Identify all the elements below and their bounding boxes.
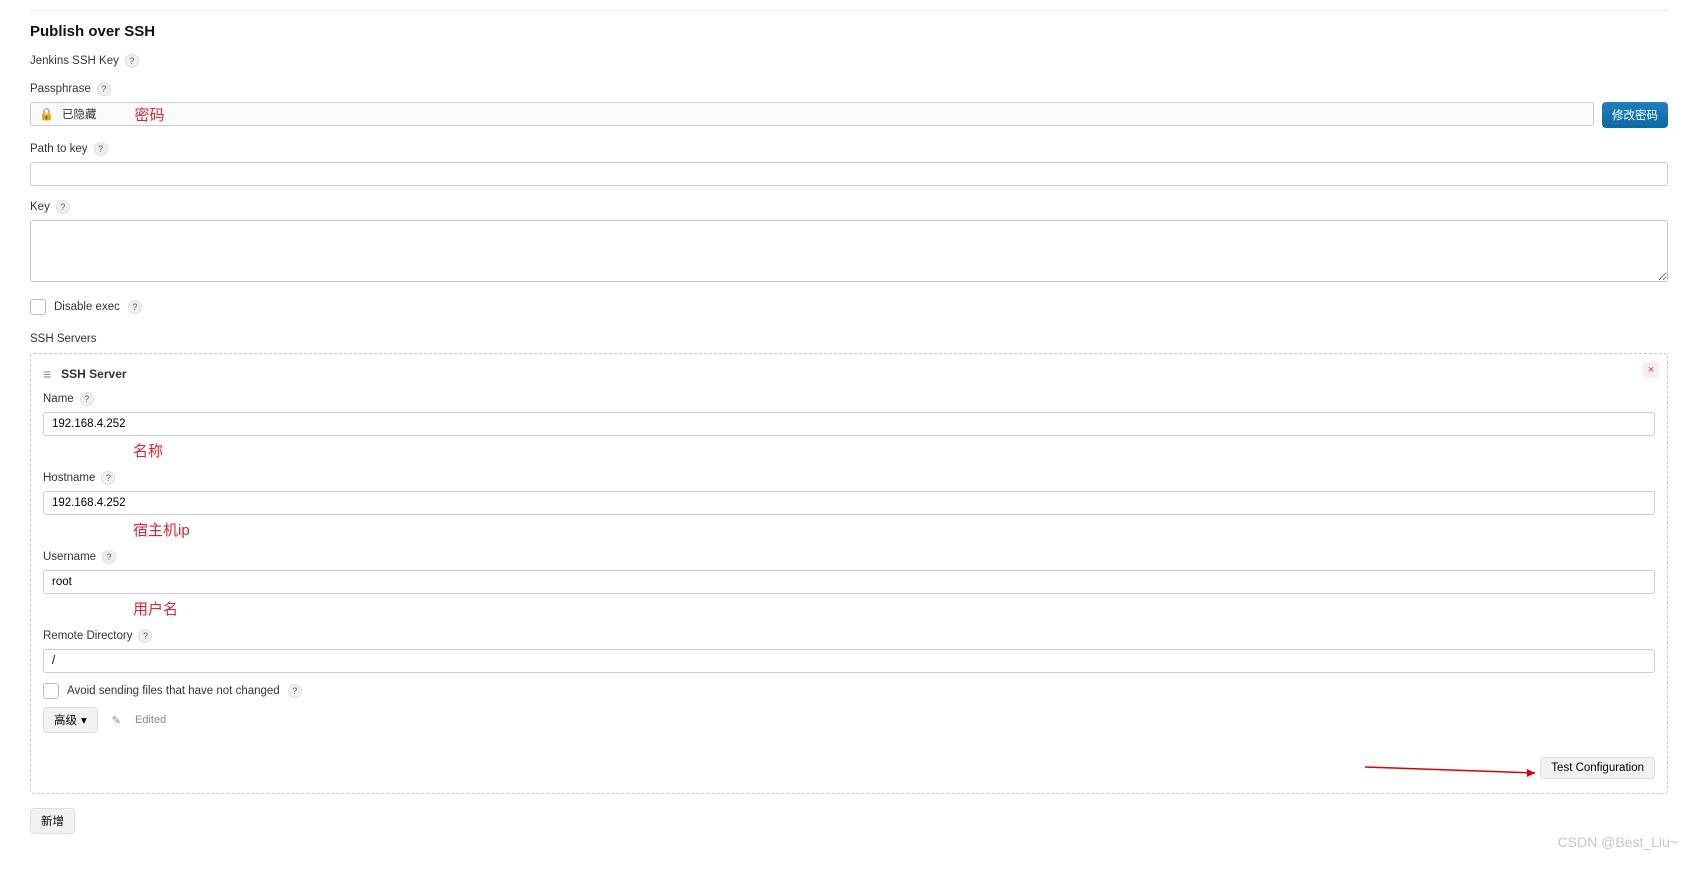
path-to-key-label: Path to key (30, 143, 88, 155)
pencil-icon: ✎ (112, 714, 121, 727)
help-icon[interactable]: ? (56, 200, 70, 214)
divider (30, 10, 1668, 11)
ssh-server-panel: × ≡ SSH Server Name ? 名称 Hostname ? 宿主机i… (30, 353, 1668, 794)
hostname-input[interactable] (43, 491, 1655, 515)
help-icon[interactable]: ? (94, 142, 108, 156)
disable-exec-checkbox[interactable] (30, 299, 46, 315)
ssh-server-header: SSH Server (61, 367, 126, 381)
key-textarea[interactable] (30, 220, 1668, 282)
annotation-host: 宿主机ip (133, 519, 190, 540)
key-label: Key (30, 201, 50, 213)
help-icon[interactable]: ? (80, 392, 94, 406)
section-title: Publish over SSH (30, 23, 1668, 40)
watermark: CSDN @Best_Liu~ (1558, 834, 1678, 850)
passphrase-field: 🔒 已隐藏 密码 (30, 102, 1594, 126)
path-to-key-input[interactable] (30, 162, 1668, 186)
drag-handle-icon[interactable]: ≡ (43, 366, 51, 382)
help-icon[interactable]: ? (101, 471, 115, 485)
avoid-sending-checkbox[interactable] (43, 683, 59, 699)
help-icon[interactable]: ? (128, 300, 142, 314)
close-icon[interactable]: × (1643, 362, 1659, 378)
add-server-button[interactable]: 新增 (30, 808, 75, 834)
remote-directory-input[interactable] (43, 649, 1655, 673)
help-icon[interactable]: ? (97, 82, 111, 96)
help-icon[interactable]: ? (138, 629, 152, 643)
arrow-annotation (1365, 763, 1545, 779)
username-label: Username (43, 551, 96, 563)
annotation-password: 密码 (134, 104, 164, 125)
name-label: Name (43, 393, 74, 405)
annotation-name: 名称 (133, 440, 163, 461)
disable-exec-label: Disable exec (54, 301, 120, 313)
advanced-button[interactable]: 高级 ▾ (43, 707, 98, 733)
passphrase-hidden-text: 已隐藏 (62, 106, 97, 122)
annotation-user: 用户名 (133, 598, 178, 619)
help-icon[interactable]: ? (102, 550, 116, 564)
ssh-servers-label: SSH Servers (30, 333, 96, 345)
avoid-sending-label: Avoid sending files that have not change… (67, 685, 280, 697)
hostname-label: Hostname (43, 472, 95, 484)
name-input[interactable] (43, 412, 1655, 436)
passphrase-label: Passphrase (30, 83, 91, 95)
jenkins-ssh-key-label: Jenkins SSH Key (30, 55, 119, 67)
test-configuration-button[interactable]: Test Configuration (1540, 757, 1655, 779)
chevron-down-icon: ▾ (81, 713, 87, 727)
edited-label: Edited (135, 714, 166, 726)
help-icon[interactable]: ? (125, 54, 139, 68)
lock-icon: 🔒 (39, 107, 54, 121)
change-password-button[interactable]: 修改密码 (1602, 102, 1668, 128)
remote-directory-label: Remote Directory (43, 630, 132, 642)
username-input[interactable] (43, 570, 1655, 594)
help-icon[interactable]: ? (288, 684, 302, 698)
